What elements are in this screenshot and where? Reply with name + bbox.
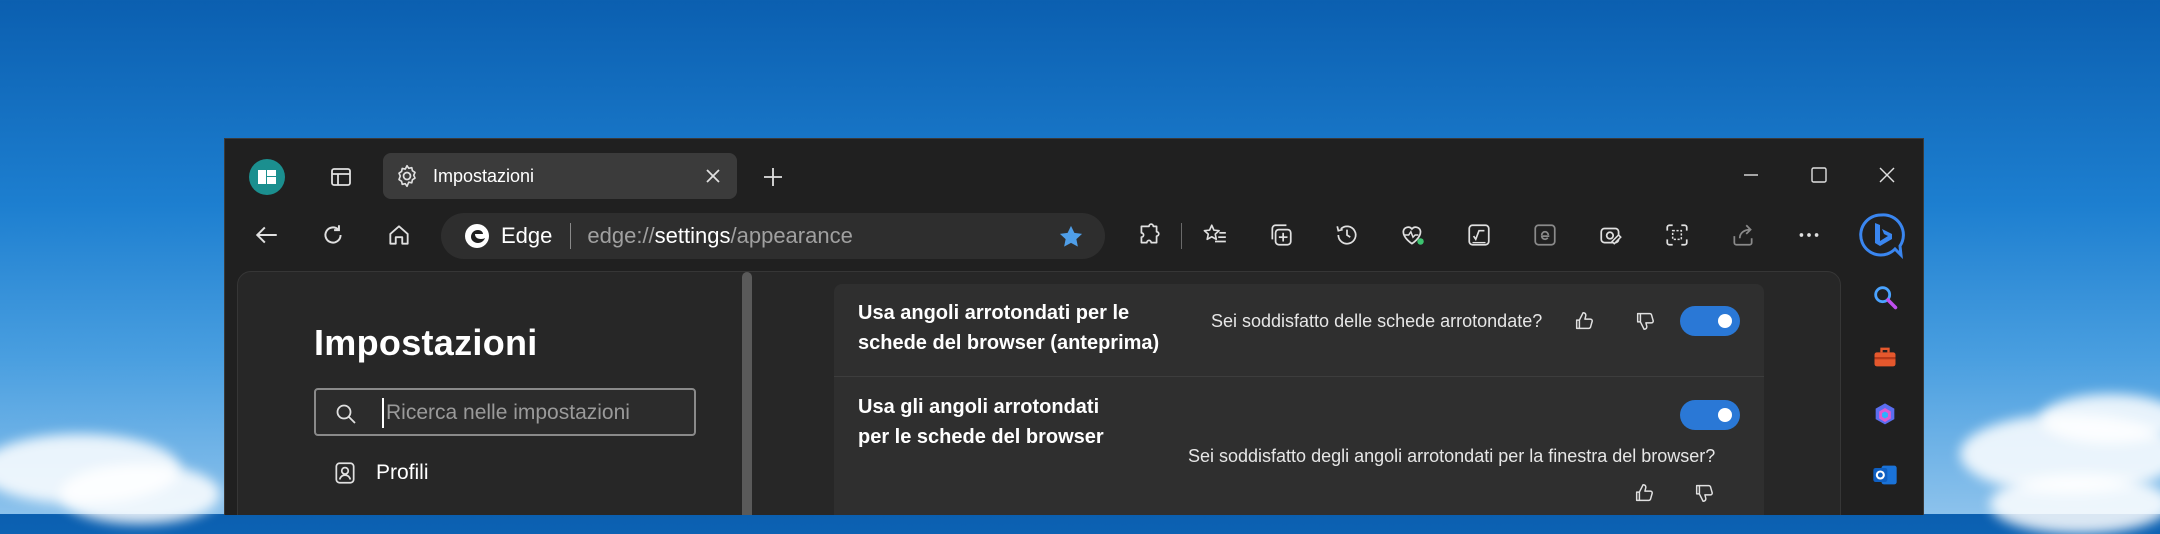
tab-title: Impostazioni xyxy=(433,165,535,186)
screenshot-icon xyxy=(1666,224,1688,246)
history-icon xyxy=(1336,225,1357,245)
bing-chat-icon xyxy=(1859,213,1905,259)
collections-button[interactable] xyxy=(1261,215,1301,255)
sidebar-copilot-button[interactable] xyxy=(1865,395,1905,435)
thumbs-down-button[interactable] xyxy=(1689,478,1719,508)
more-menu-button[interactable] xyxy=(1789,215,1829,255)
home-button[interactable] xyxy=(379,215,419,255)
refresh-icon xyxy=(324,225,342,244)
page-title: Impostazioni xyxy=(314,322,538,363)
collections-icon xyxy=(1271,224,1292,246)
setting-title: Usa angoli arrotondati per le schede del… xyxy=(858,298,1159,358)
back-button[interactable] xyxy=(247,215,287,255)
toggle-knob xyxy=(1718,314,1732,328)
tab-settings[interactable]: Impostazioni xyxy=(383,153,737,199)
appearance-settings-card: Usa angoli arrotondati per le schede del… xyxy=(834,284,1764,515)
toolbar-separator xyxy=(1181,223,1182,249)
ie-mode-button[interactable] xyxy=(1525,215,1565,255)
gear-icon xyxy=(393,162,421,190)
ie-mode-icon xyxy=(1534,224,1556,246)
address-bar[interactable]: Edge edge://settings/appearance xyxy=(441,213,1105,259)
setting-title-line: per le schede del browser xyxy=(858,426,1104,448)
home-icon xyxy=(389,225,409,245)
plus-icon xyxy=(764,168,782,186)
screenshot-button[interactable] xyxy=(1657,215,1697,255)
profile-avatar-button[interactable] xyxy=(249,159,285,195)
thumbs-up-button[interactable] xyxy=(1629,478,1659,508)
thumbs-down-icon xyxy=(1636,312,1654,330)
nav-scrollbar[interactable] xyxy=(742,272,752,515)
share-icon xyxy=(1733,224,1753,246)
close-window-button[interactable] xyxy=(1859,153,1915,197)
math-solver-icon xyxy=(1468,224,1490,246)
search-icon xyxy=(1874,286,1898,310)
sidebar-item-label: Profili xyxy=(376,461,429,484)
outlook-icon xyxy=(1873,465,1897,485)
browser-essentials-button[interactable] xyxy=(1393,215,1433,255)
maximize-button[interactable] xyxy=(1791,153,1847,197)
maximize-icon xyxy=(1811,167,1827,183)
history-button[interactable] xyxy=(1327,215,1367,255)
thumbs-down-icon xyxy=(1695,484,1713,502)
minimize-icon xyxy=(1744,174,1758,176)
browser-window: Impostazioni Edge edge://settings/appear… xyxy=(224,138,1924,515)
tab-actions-button[interactable] xyxy=(323,159,359,195)
extensions-button[interactable] xyxy=(1129,215,1169,255)
sidebar-outlook-button[interactable] xyxy=(1865,455,1905,495)
minimize-button[interactable] xyxy=(1723,153,1779,197)
favorite-star-icon[interactable] xyxy=(1057,223,1085,251)
feedback-question: Sei soddisfatto delle schede arrotondate… xyxy=(1211,311,1543,331)
thumbs-up-button[interactable] xyxy=(1569,306,1599,336)
profile-avatar-icon xyxy=(258,170,276,184)
edge-logo-icon xyxy=(465,224,489,248)
url-text[interactable]: edge://settings/appearance xyxy=(587,223,852,249)
url-suffix: /appearance xyxy=(730,223,853,248)
favorites-list-icon xyxy=(1203,224,1226,243)
heart-pulse-icon xyxy=(1402,226,1424,245)
tab-strip: Impostazioni xyxy=(225,139,1923,209)
sidebar-search-button[interactable] xyxy=(1865,277,1905,317)
back-arrow-icon xyxy=(255,226,277,244)
setting-row-rounded-tabs-preview: Usa angoli arrotondati per le schede del… xyxy=(834,284,1764,377)
sidebar-item-profiles[interactable]: Profili xyxy=(332,460,429,486)
toolbox-icon xyxy=(1874,347,1896,367)
copilot-icon xyxy=(1875,403,1895,425)
favorites-button[interactable] xyxy=(1195,215,1235,255)
refresh-button[interactable] xyxy=(313,215,353,255)
close-icon xyxy=(706,169,720,183)
web-capture-button[interactable] xyxy=(1591,215,1631,255)
tab-actions-icon xyxy=(331,168,351,186)
rounded-tabs-preview-toggle[interactable] xyxy=(1680,306,1740,336)
more-horizontal-icon xyxy=(1799,233,1819,237)
search-input[interactable] xyxy=(382,398,688,428)
address-separator xyxy=(570,223,572,249)
thumbs-up-icon xyxy=(1635,484,1653,502)
puzzle-icon xyxy=(1140,223,1160,244)
share-button[interactable] xyxy=(1723,215,1763,255)
toggle-knob xyxy=(1718,408,1732,422)
tab-close-button[interactable] xyxy=(695,158,731,194)
thumbs-up-icon xyxy=(1575,312,1593,330)
profiles-icon xyxy=(335,462,355,484)
setting-title-line: Usa gli angoli arrotondati xyxy=(858,396,1100,418)
sidebar-tools-button[interactable] xyxy=(1865,337,1905,377)
math-solver-button[interactable] xyxy=(1459,215,1499,255)
url-prefix: edge:// xyxy=(587,223,655,248)
rounded-tabs-toggle[interactable] xyxy=(1680,400,1740,430)
url-highlight: settings xyxy=(654,223,731,248)
feedback-question: Sei soddisfatto degli angoli arrotondati… xyxy=(1188,446,1716,466)
settings-page: Impostazioni Profili Usa angoli arrotond xyxy=(237,271,1841,515)
thumbs-down-button[interactable] xyxy=(1630,306,1660,336)
search-icon xyxy=(336,404,356,424)
new-tab-button[interactable] xyxy=(753,157,793,197)
setting-title-line: Usa angoli arrotondati per le xyxy=(858,302,1130,324)
web-capture-icon xyxy=(1600,227,1622,245)
setting-title: Usa gli angoli arrotondati per le schede… xyxy=(858,392,1104,452)
site-name: Edge xyxy=(501,223,553,248)
settings-search xyxy=(314,388,696,436)
close-icon xyxy=(1879,167,1895,183)
copilot-button[interactable] xyxy=(1857,211,1905,259)
setting-title-line: schede del browser (anteprima) xyxy=(858,332,1160,354)
